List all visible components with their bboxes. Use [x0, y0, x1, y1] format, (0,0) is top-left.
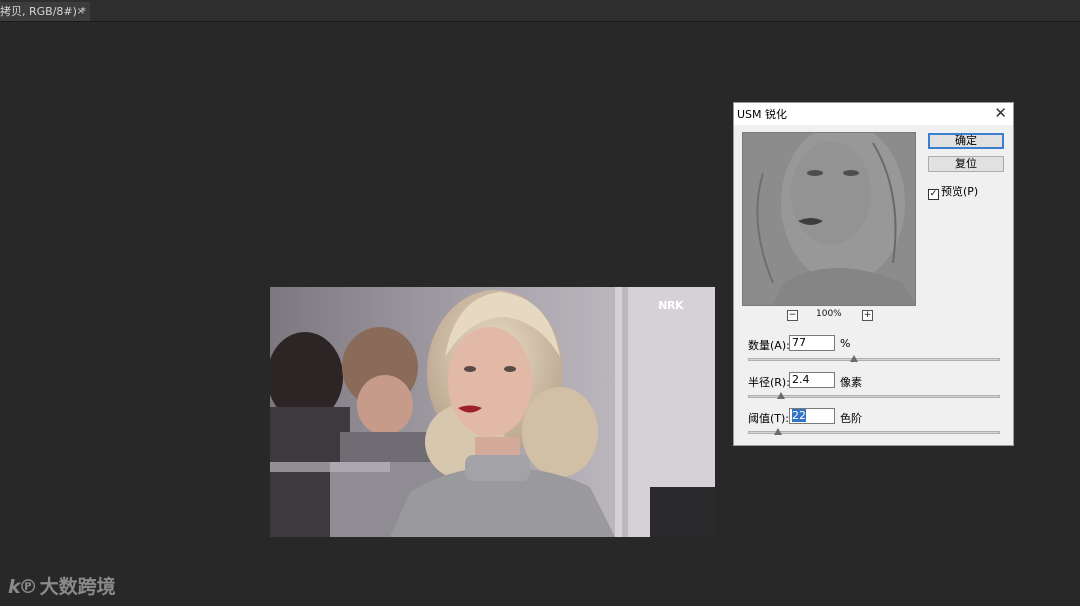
ok-button[interactable]: 确定	[928, 133, 1004, 149]
canvas-image[interactable]: NRK	[270, 287, 715, 537]
document-tab-strip: 拷贝, RGB/8#) * ×	[0, 0, 1080, 22]
filter-preview-pane[interactable]	[742, 132, 916, 306]
radius-label: 半径(R):	[748, 376, 790, 389]
preview-checkbox-label: 预览(P)	[941, 185, 979, 198]
nrk-logo: NRK	[658, 299, 683, 312]
threshold-label: 阈值(T):	[748, 412, 790, 425]
zoom-in-button[interactable]: +	[862, 310, 873, 321]
checkbox-check-icon[interactable]: ✓	[928, 189, 939, 200]
amount-slider[interactable]	[748, 358, 1000, 361]
dialog-title: USM 锐化	[737, 108, 788, 121]
document-tab-close-icon[interactable]: ×	[77, 2, 85, 21]
threshold-slider-thumb[interactable]	[774, 428, 783, 435]
zoom-out-button[interactable]: −	[787, 310, 798, 321]
radius-input[interactable]: 2.4	[789, 372, 835, 388]
preview-thumbnail	[743, 133, 915, 305]
amount-input[interactable]: 77	[789, 335, 835, 351]
canvas-photo	[270, 287, 715, 537]
threshold-slider[interactable]	[748, 431, 1000, 434]
document-tab-title: 拷贝, RGB/8#) *	[0, 5, 86, 18]
document-tab[interactable]: 拷贝, RGB/8#) * ×	[0, 2, 90, 21]
threshold-unit: 色阶	[840, 412, 862, 425]
threshold-value: 22	[792, 409, 806, 422]
preview-checkbox[interactable]: ✓ 预览(P)	[928, 183, 978, 200]
zoom-level: 100%	[816, 309, 842, 319]
radius-unit: 像素	[840, 376, 862, 389]
watermark-text: 大数跨境	[39, 576, 116, 598]
amount-label: 数量(A):	[748, 339, 790, 352]
close-icon[interactable]: ✕	[994, 104, 1007, 122]
radius-slider[interactable]	[748, 395, 1000, 398]
watermark: k℗ 大数跨境	[8, 572, 116, 599]
watermark-logo: k℗	[8, 576, 38, 598]
radius-slider-thumb[interactable]	[776, 392, 785, 399]
amount-slider-thumb[interactable]	[849, 355, 858, 362]
dialog-titlebar[interactable]: USM 锐化 ✕	[734, 103, 1013, 125]
amount-unit: %	[840, 337, 851, 350]
threshold-input[interactable]: 22	[789, 408, 835, 424]
reset-button[interactable]: 复位	[928, 156, 1004, 172]
usm-sharpen-dialog: USM 锐化 ✕ − 100% + 确定 复位 ✓ 预览(P) 数量(A): 77…	[733, 102, 1014, 446]
